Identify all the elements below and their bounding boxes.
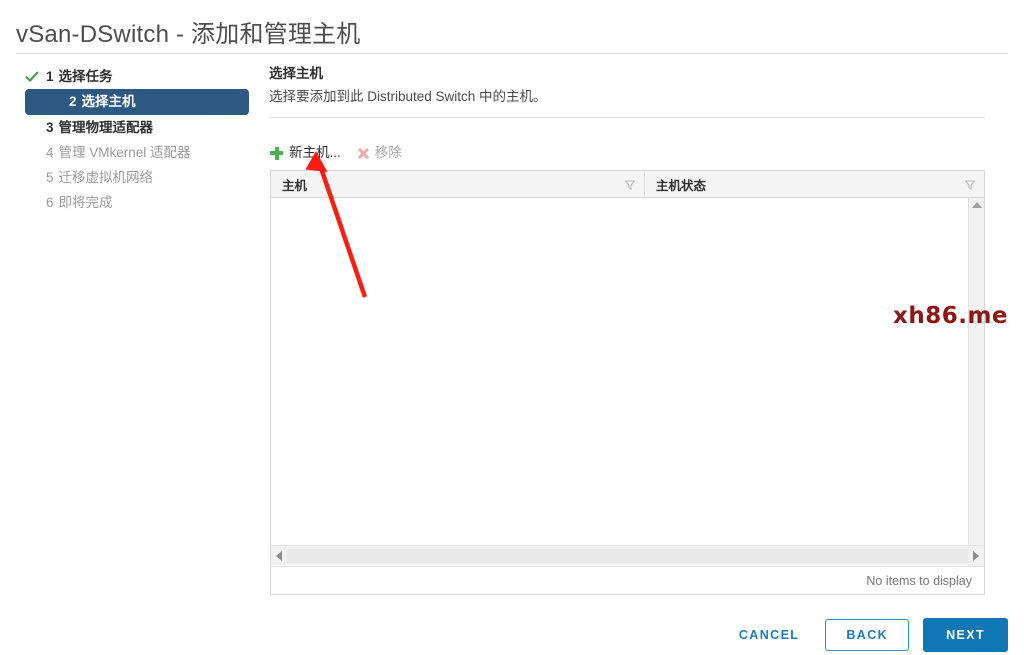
section-description: 选择要添加到此 Distributed Switch 中的主机。: [269, 89, 547, 104]
step-label: 即将完成: [58, 195, 113, 210]
wizard-steps: 1 选择任务 2 选择主机 3 管理物理适配器 4 管理 VMkernel 适配器 5迁…: [24, 64, 260, 215]
watermark: xh86.me: [893, 303, 1009, 329]
table-body: [271, 198, 984, 566]
close-x-icon: [357, 147, 369, 159]
title-divider: [16, 53, 1008, 54]
horizontal-scrollbar[interactable]: [271, 545, 984, 565]
main-panel: 选择主机 选择要添加到此 Distributed Switch 中的主机。: [269, 64, 985, 118]
step-number: 6: [46, 195, 54, 210]
column-header-label: 主机状态: [656, 178, 707, 193]
step-number: 4: [46, 145, 54, 160]
column-header-host-state[interactable]: 主机状态: [645, 171, 984, 197]
back-button[interactable]: BACK: [825, 619, 910, 651]
funnel-icon[interactable]: [964, 179, 976, 190]
step-number: 1: [46, 69, 54, 84]
table-header-row: 主机 主机状态: [271, 171, 984, 198]
table-toolbar: 新主机... 移除: [270, 142, 402, 164]
step-number: 5: [46, 170, 54, 185]
column-header-host[interactable]: 主机: [271, 171, 645, 197]
plus-icon: [270, 146, 283, 160]
sidebar-item-step-3[interactable]: 3 管理物理适配器: [24, 115, 260, 140]
step-label: 选择任务: [58, 69, 113, 84]
scroll-left-arrow-icon[interactable]: [271, 547, 287, 565]
wizard-footer: CANCEL BACK NEXT: [727, 618, 1008, 652]
section-divider: [269, 117, 985, 118]
add-host-button[interactable]: 新主机...: [270, 144, 341, 162]
sidebar-item-step-2[interactable]: 2 选择主机: [25, 89, 249, 115]
sidebar-item-step-4[interactable]: 4 管理 VMkernel 适配器: [24, 140, 260, 165]
sidebar-item-step-5[interactable]: 5 迁移虚拟机网络: [24, 165, 260, 190]
next-button[interactable]: NEXT: [923, 618, 1008, 652]
step-number: 3: [46, 120, 54, 135]
cancel-button[interactable]: CANCEL: [727, 620, 811, 650]
sidebar-item-step-6[interactable]: 6 即将完成: [24, 190, 260, 215]
step-label: 选择主机: [81, 94, 136, 109]
sidebar-item-step-1[interactable]: 1 选择任务: [24, 64, 260, 89]
remove-host-button[interactable]: 移除: [357, 144, 402, 162]
section-title: 选择主机: [269, 66, 323, 81]
step-label: 迁移虚拟机网络: [58, 170, 154, 185]
horizontal-scroll-track[interactable]: [287, 548, 968, 563]
wizard-window: vSan-DSwitch - 添加和管理主机 1 选择任务 2 选择主机 3 管理物理…: [0, 0, 1024, 655]
vertical-scrollbar[interactable]: [968, 198, 984, 566]
step-label: 管理物理适配器: [58, 120, 154, 135]
hosts-table: 主机 主机状态 No items to display: [270, 170, 985, 595]
column-header-label: 主机: [282, 178, 308, 193]
add-host-label: 新主机...: [289, 145, 341, 160]
check-icon: [24, 64, 40, 89]
step-number: 2: [69, 94, 77, 109]
scroll-up-arrow-icon[interactable]: [971, 202, 982, 208]
funnel-icon[interactable]: [624, 179, 636, 190]
table-status-bar: No items to display: [271, 566, 984, 594]
page-title: vSan-DSwitch - 添加和管理主机: [16, 21, 361, 48]
scroll-right-arrow-icon[interactable]: [968, 547, 984, 565]
step-label: 管理 VMkernel 适配器: [58, 145, 191, 160]
empty-state-text: No items to display: [866, 573, 972, 588]
remove-host-label: 移除: [374, 145, 402, 160]
